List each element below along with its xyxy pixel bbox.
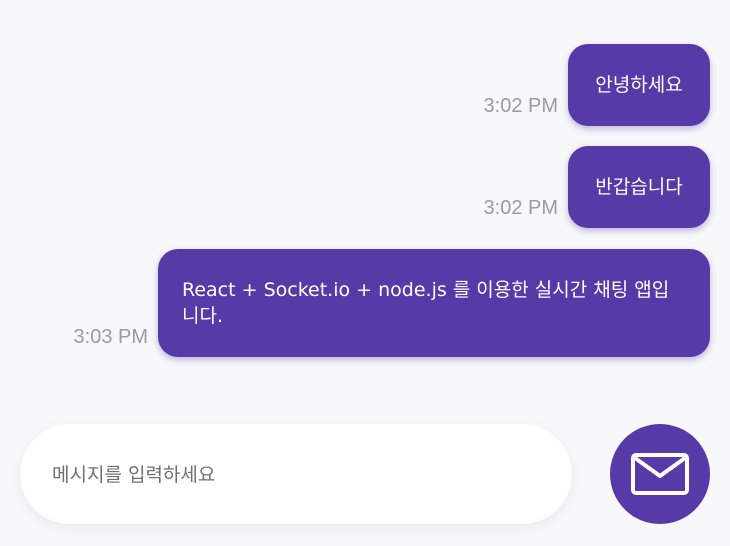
message-row: 3:02 PM 안녕하세요 xyxy=(484,44,710,126)
message-timestamp: 3:02 PM xyxy=(483,197,558,219)
mail-icon xyxy=(631,453,689,495)
message-timestamp: 3:03 PM xyxy=(73,326,148,348)
message-input[interactable] xyxy=(50,454,544,496)
send-button[interactable] xyxy=(610,424,710,524)
message-list: 3:02 PM 안녕하세요 3:02 PM 반갑습니다 3:03 PM Reac… xyxy=(0,0,730,400)
message-bubble: 반갑습니다 xyxy=(568,146,710,228)
message-bubble: React + Socket.io + node.js 를 이용한 실시간 채팅… xyxy=(158,249,710,357)
message-row: 3:03 PM React + Socket.io + node.js 를 이용… xyxy=(74,249,710,357)
message-row: 3:02 PM 반갑습니다 xyxy=(484,146,710,228)
message-composer xyxy=(20,424,572,524)
message-bubble: 안녕하세요 xyxy=(568,44,710,126)
message-timestamp: 3:02 PM xyxy=(483,95,558,117)
